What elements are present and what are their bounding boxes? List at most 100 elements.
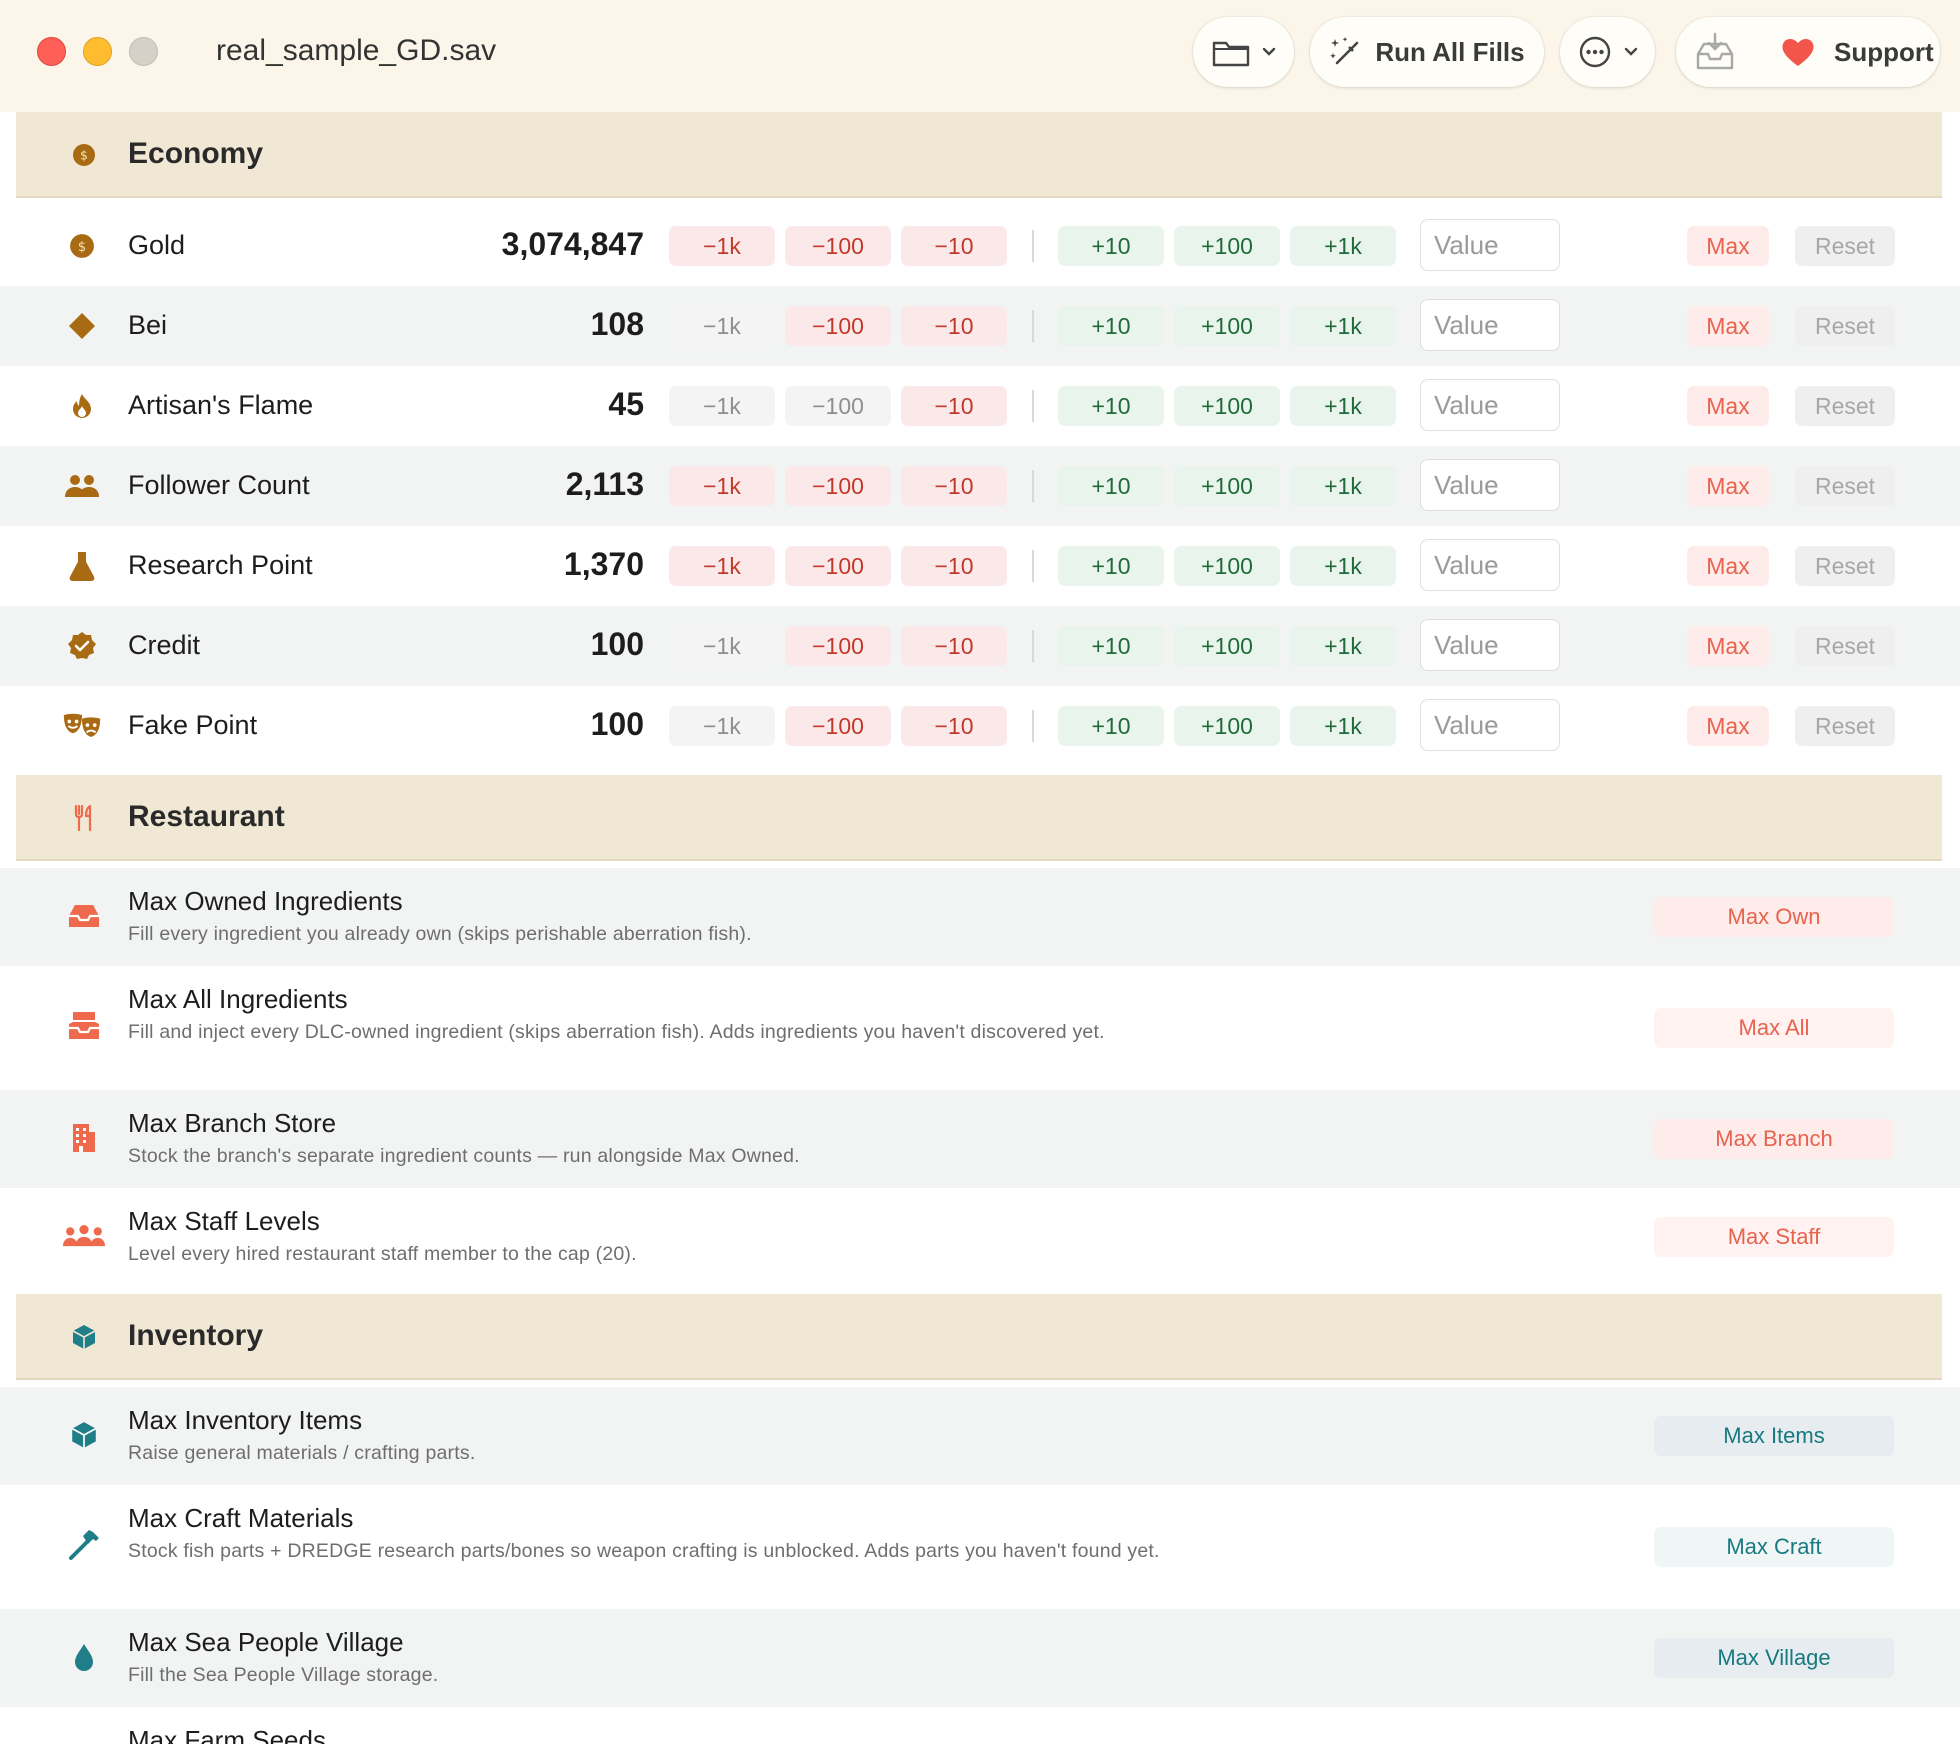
plus-1k-button[interactable]: +1k xyxy=(1290,386,1396,426)
minus-100-button[interactable]: −100 xyxy=(785,706,891,746)
diamond-icon xyxy=(62,308,102,344)
fill-action-button[interactable]: Max Village xyxy=(1654,1638,1894,1678)
plus-100-button[interactable]: +100 xyxy=(1174,626,1280,666)
reset-button[interactable]: Reset xyxy=(1795,466,1895,506)
inventory-section-header[interactable]: Inventory xyxy=(16,1294,1942,1380)
plus-100-button[interactable]: +100 xyxy=(1174,226,1280,266)
minus-1k-button[interactable]: −1k xyxy=(669,466,775,506)
reset-button[interactable]: Reset xyxy=(1795,546,1895,586)
coin-icon: $ xyxy=(62,228,102,264)
max-button[interactable]: Max xyxy=(1687,386,1769,426)
minus-1k-button[interactable]: −1k xyxy=(669,226,775,266)
plus-100-button[interactable]: +100 xyxy=(1174,466,1280,506)
value-input[interactable] xyxy=(1420,619,1560,671)
plus-1k-button[interactable]: +1k xyxy=(1290,226,1396,266)
plus-10-button[interactable]: +10 xyxy=(1058,466,1164,506)
economy-row: Artisan's Flame 45 −1k−100−10 +10+100+1k Max… xyxy=(0,366,1960,446)
plus-100-button[interactable]: +100 xyxy=(1174,386,1280,426)
button-divider xyxy=(1032,230,1034,262)
value-input[interactable] xyxy=(1420,299,1560,351)
economy-row: Credit 100 −1k−100−10 +10+100+1k Max Reset xyxy=(0,606,1960,686)
row-value: 45 xyxy=(608,386,644,422)
max-button[interactable]: Max xyxy=(1687,546,1769,586)
reset-button[interactable]: Reset xyxy=(1795,306,1895,346)
plus-10-button[interactable]: +10 xyxy=(1058,626,1164,666)
plus-10-button[interactable]: +10 xyxy=(1058,386,1164,426)
reset-button[interactable]: Reset xyxy=(1795,226,1895,266)
chevron-down-icon xyxy=(1624,47,1637,56)
economy-section-header[interactable]: $ Economy xyxy=(16,112,1942,198)
fill-action-button[interactable]: Max Own xyxy=(1654,897,1894,937)
inventory-fill-row: Max Inventory Items Raise general materia… xyxy=(0,1387,1960,1485)
row-label: Artisan's Flame xyxy=(128,390,314,420)
restaurant-section-header[interactable]: Restaurant xyxy=(16,775,1942,861)
max-button[interactable]: Max xyxy=(1687,466,1769,506)
zoom-window-button[interactable] xyxy=(129,37,158,66)
fill-action-button[interactable]: Max Craft xyxy=(1654,1527,1894,1567)
plus-10-button[interactable]: +10 xyxy=(1058,706,1164,746)
minus-1k-button[interactable]: −1k xyxy=(669,546,775,586)
minus-10-button[interactable]: −10 xyxy=(901,226,1007,266)
max-button[interactable]: Max xyxy=(1687,706,1769,746)
minus-100-button[interactable]: −100 xyxy=(785,226,891,266)
row-label: Credit xyxy=(128,630,201,660)
tray-icon xyxy=(62,896,106,936)
run-all-fills-button[interactable]: Run All Fills xyxy=(1310,17,1544,87)
minus-100-button[interactable]: −100 xyxy=(785,466,891,506)
plus-100-button[interactable]: +100 xyxy=(1174,706,1280,746)
minus-1k-button[interactable]: −1k xyxy=(669,306,775,346)
tray-full-icon xyxy=(62,1006,106,1046)
fill-action-button[interactable]: Max Branch xyxy=(1654,1119,1894,1159)
plus-1k-button[interactable]: +1k xyxy=(1290,626,1396,666)
plus-1k-button[interactable]: +1k xyxy=(1290,466,1396,506)
fill-action-button[interactable]: Max All xyxy=(1654,1008,1894,1048)
plus-10-button[interactable]: +10 xyxy=(1058,226,1164,266)
more-options-menu-button[interactable] xyxy=(1560,17,1655,87)
folder-icon xyxy=(1212,41,1249,67)
reset-button[interactable]: Reset xyxy=(1795,706,1895,746)
save-tray-icon[interactable] xyxy=(1694,32,1736,72)
close-window-button[interactable] xyxy=(37,37,66,66)
row-value: 100 xyxy=(590,626,644,662)
value-input[interactable] xyxy=(1420,539,1560,591)
plus-10-button[interactable]: +10 xyxy=(1058,546,1164,586)
minus-10-button[interactable]: −10 xyxy=(901,626,1007,666)
minus-1k-button[interactable]: −1k xyxy=(669,706,775,746)
plus-10-button[interactable]: +10 xyxy=(1058,306,1164,346)
value-input[interactable] xyxy=(1420,459,1560,511)
minus-100-button[interactable]: −100 xyxy=(785,626,891,666)
restaurant-fill-row: Max Staff Levels Level every hired restau… xyxy=(0,1188,1960,1286)
run-all-fills-label: Run All Fills xyxy=(1375,36,1525,67)
reset-button[interactable]: Reset xyxy=(1795,386,1895,426)
restaurant-fill-row: Max Owned Ingredients Fill every ingredie… xyxy=(0,868,1960,966)
minus-1k-button[interactable]: −1k xyxy=(669,386,775,426)
value-input[interactable] xyxy=(1420,379,1560,431)
minus-10-button[interactable]: −10 xyxy=(901,466,1007,506)
reset-button[interactable]: Reset xyxy=(1795,626,1895,666)
row-value: 100 xyxy=(590,706,644,742)
max-button[interactable]: Max xyxy=(1687,226,1769,266)
plus-1k-button[interactable]: +1k xyxy=(1290,706,1396,746)
minus-100-button[interactable]: −100 xyxy=(785,306,891,346)
plus-100-button[interactable]: +100 xyxy=(1174,306,1280,346)
plus-1k-button[interactable]: +1k xyxy=(1290,306,1396,346)
minus-10-button[interactable]: −10 xyxy=(901,306,1007,346)
support-button[interactable]: Support xyxy=(1834,37,1934,68)
minus-100-button[interactable]: −100 xyxy=(785,546,891,586)
fill-action-button[interactable]: Max Staff xyxy=(1654,1217,1894,1257)
value-input[interactable] xyxy=(1420,699,1560,751)
minimize-window-button[interactable] xyxy=(83,37,112,66)
fill-action-button[interactable]: Max Items xyxy=(1654,1416,1894,1456)
minus-10-button[interactable]: −10 xyxy=(901,386,1007,426)
max-button[interactable]: Max xyxy=(1687,306,1769,346)
max-button[interactable]: Max xyxy=(1687,626,1769,666)
minus-10-button[interactable]: −10 xyxy=(901,546,1007,586)
value-input[interactable] xyxy=(1420,219,1560,271)
plus-100-button[interactable]: +100 xyxy=(1174,546,1280,586)
open-file-menu-button[interactable] xyxy=(1193,17,1294,87)
row-label: Research Point xyxy=(128,550,313,580)
minus-1k-button[interactable]: −1k xyxy=(669,626,775,666)
plus-1k-button[interactable]: +1k xyxy=(1290,546,1396,586)
minus-10-button[interactable]: −10 xyxy=(901,706,1007,746)
minus-100-button[interactable]: −100 xyxy=(785,386,891,426)
